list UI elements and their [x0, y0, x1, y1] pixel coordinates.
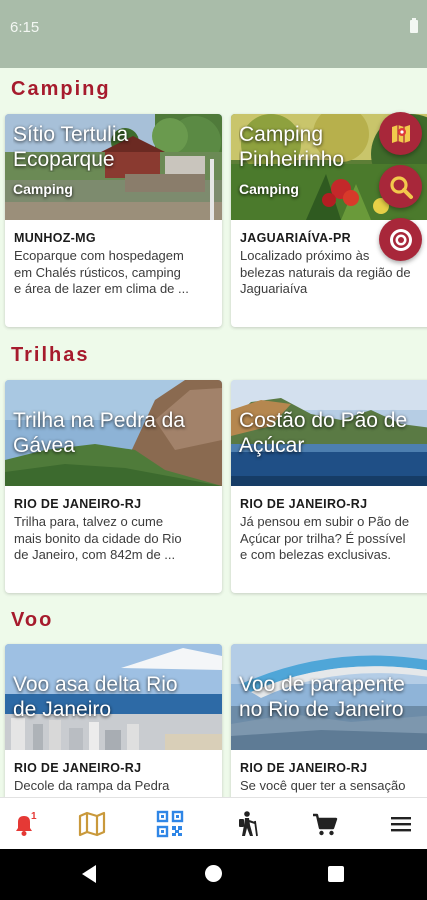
card-image: Voo asa delta Rio de Janeiro: [5, 644, 222, 750]
card-location: RIO DE JANEIRO-RJ: [14, 497, 142, 511]
nav-cart[interactable]: [310, 809, 340, 839]
status-time: 6:15: [10, 19, 40, 36]
card-voo-parapente[interactable]: Voo de parapente no Rio de Janeiro RIO D…: [231, 644, 427, 797]
section-title-trilhas: Trilhas: [11, 344, 90, 366]
search-icon: [389, 175, 413, 199]
search-fab-button[interactable]: [379, 165, 422, 208]
card-title: Trilha na Pedra da Gávea: [13, 409, 185, 457]
map-icon: [78, 811, 106, 837]
card-costao-pao-de-acucar[interactable]: Costão do Pão de Açúcar RIO DE JANEIRO-R…: [231, 380, 427, 593]
svg-text:1: 1: [31, 811, 37, 822]
card-description: Decole da rampa da Pedra: [14, 778, 170, 793]
section-title-voo: Voo: [11, 609, 54, 631]
card-location: MUNHOZ-MG: [14, 231, 96, 245]
status-bar: 6:15: [0, 0, 427, 68]
map-pin-fab-button[interactable]: [379, 112, 422, 155]
hiking-icon: [239, 811, 258, 837]
card-location: RIO DE JANEIRO-RJ: [14, 761, 142, 775]
nav-hiking[interactable]: [233, 809, 263, 839]
main-content[interactable]: Camping Sítio Tertulia Ecoparque Camping…: [0, 68, 427, 797]
bottom-navigation: 1: [0, 797, 427, 849]
card-title: Sítio Tertulia Ecoparque: [13, 123, 129, 171]
recent-apps-icon[interactable]: [328, 866, 344, 882]
card-voo-asa-delta[interactable]: Voo asa delta Rio de Janeiro RIO DE JANE…: [5, 644, 222, 797]
card-location: JAGUARIAÍVA-PR: [240, 231, 351, 245]
card-description: Trilha para, talvez o cume mais bonito d…: [14, 514, 182, 562]
card-image: Sítio Tertulia Ecoparque Camping: [5, 114, 222, 220]
card-pedra-da-gavea[interactable]: Trilha na Pedra da Gávea RIO DE JANEIRO-…: [5, 380, 222, 593]
card-sitio-tertulia[interactable]: Sítio Tertulia Ecoparque Camping MUNHOZ-…: [5, 114, 222, 327]
target-fab-button[interactable]: [379, 218, 422, 261]
card-description: Já pensou em subir o Pão de Açúcar por t…: [240, 514, 410, 562]
card-image: Costão do Pão de Açúcar: [231, 380, 427, 486]
card-image: Voo de parapente no Rio de Janeiro: [231, 644, 427, 750]
nav-qr-code[interactable]: [155, 809, 185, 839]
card-image: Trilha na Pedra da Gávea: [5, 380, 222, 486]
qr-code-icon: [156, 810, 184, 838]
map-pin-icon: [391, 124, 410, 143]
battery-icon: [410, 18, 418, 33]
home-icon[interactable]: [205, 865, 222, 882]
nav-menu[interactable]: [386, 809, 416, 839]
card-title: Voo asa delta Rio de Janeiro: [13, 673, 178, 721]
card-description: Ecoparque com hospedagem em Chalés rústi…: [14, 248, 189, 296]
target-icon: [389, 228, 412, 251]
card-category-badge: Camping: [13, 181, 73, 197]
nav-notifications[interactable]: 1: [9, 809, 39, 839]
system-navigation-bar: [0, 849, 427, 900]
card-title: Voo de parapente no Rio de Janeiro: [239, 673, 405, 721]
nav-map[interactable]: [77, 809, 107, 839]
cart-icon: [313, 813, 338, 836]
card-title: Costão do Pão de Açúcar: [239, 409, 408, 457]
section-title-camping: Camping: [11, 78, 111, 100]
back-icon[interactable]: [82, 865, 96, 883]
card-category-badge: Camping: [239, 181, 299, 197]
card-location: RIO DE JANEIRO-RJ: [240, 761, 368, 775]
menu-icon: [391, 817, 411, 832]
card-description: Se você quer ter a sensação: [240, 778, 406, 793]
bell-icon: 1: [16, 811, 37, 836]
card-location: RIO DE JANEIRO-RJ: [240, 497, 368, 511]
